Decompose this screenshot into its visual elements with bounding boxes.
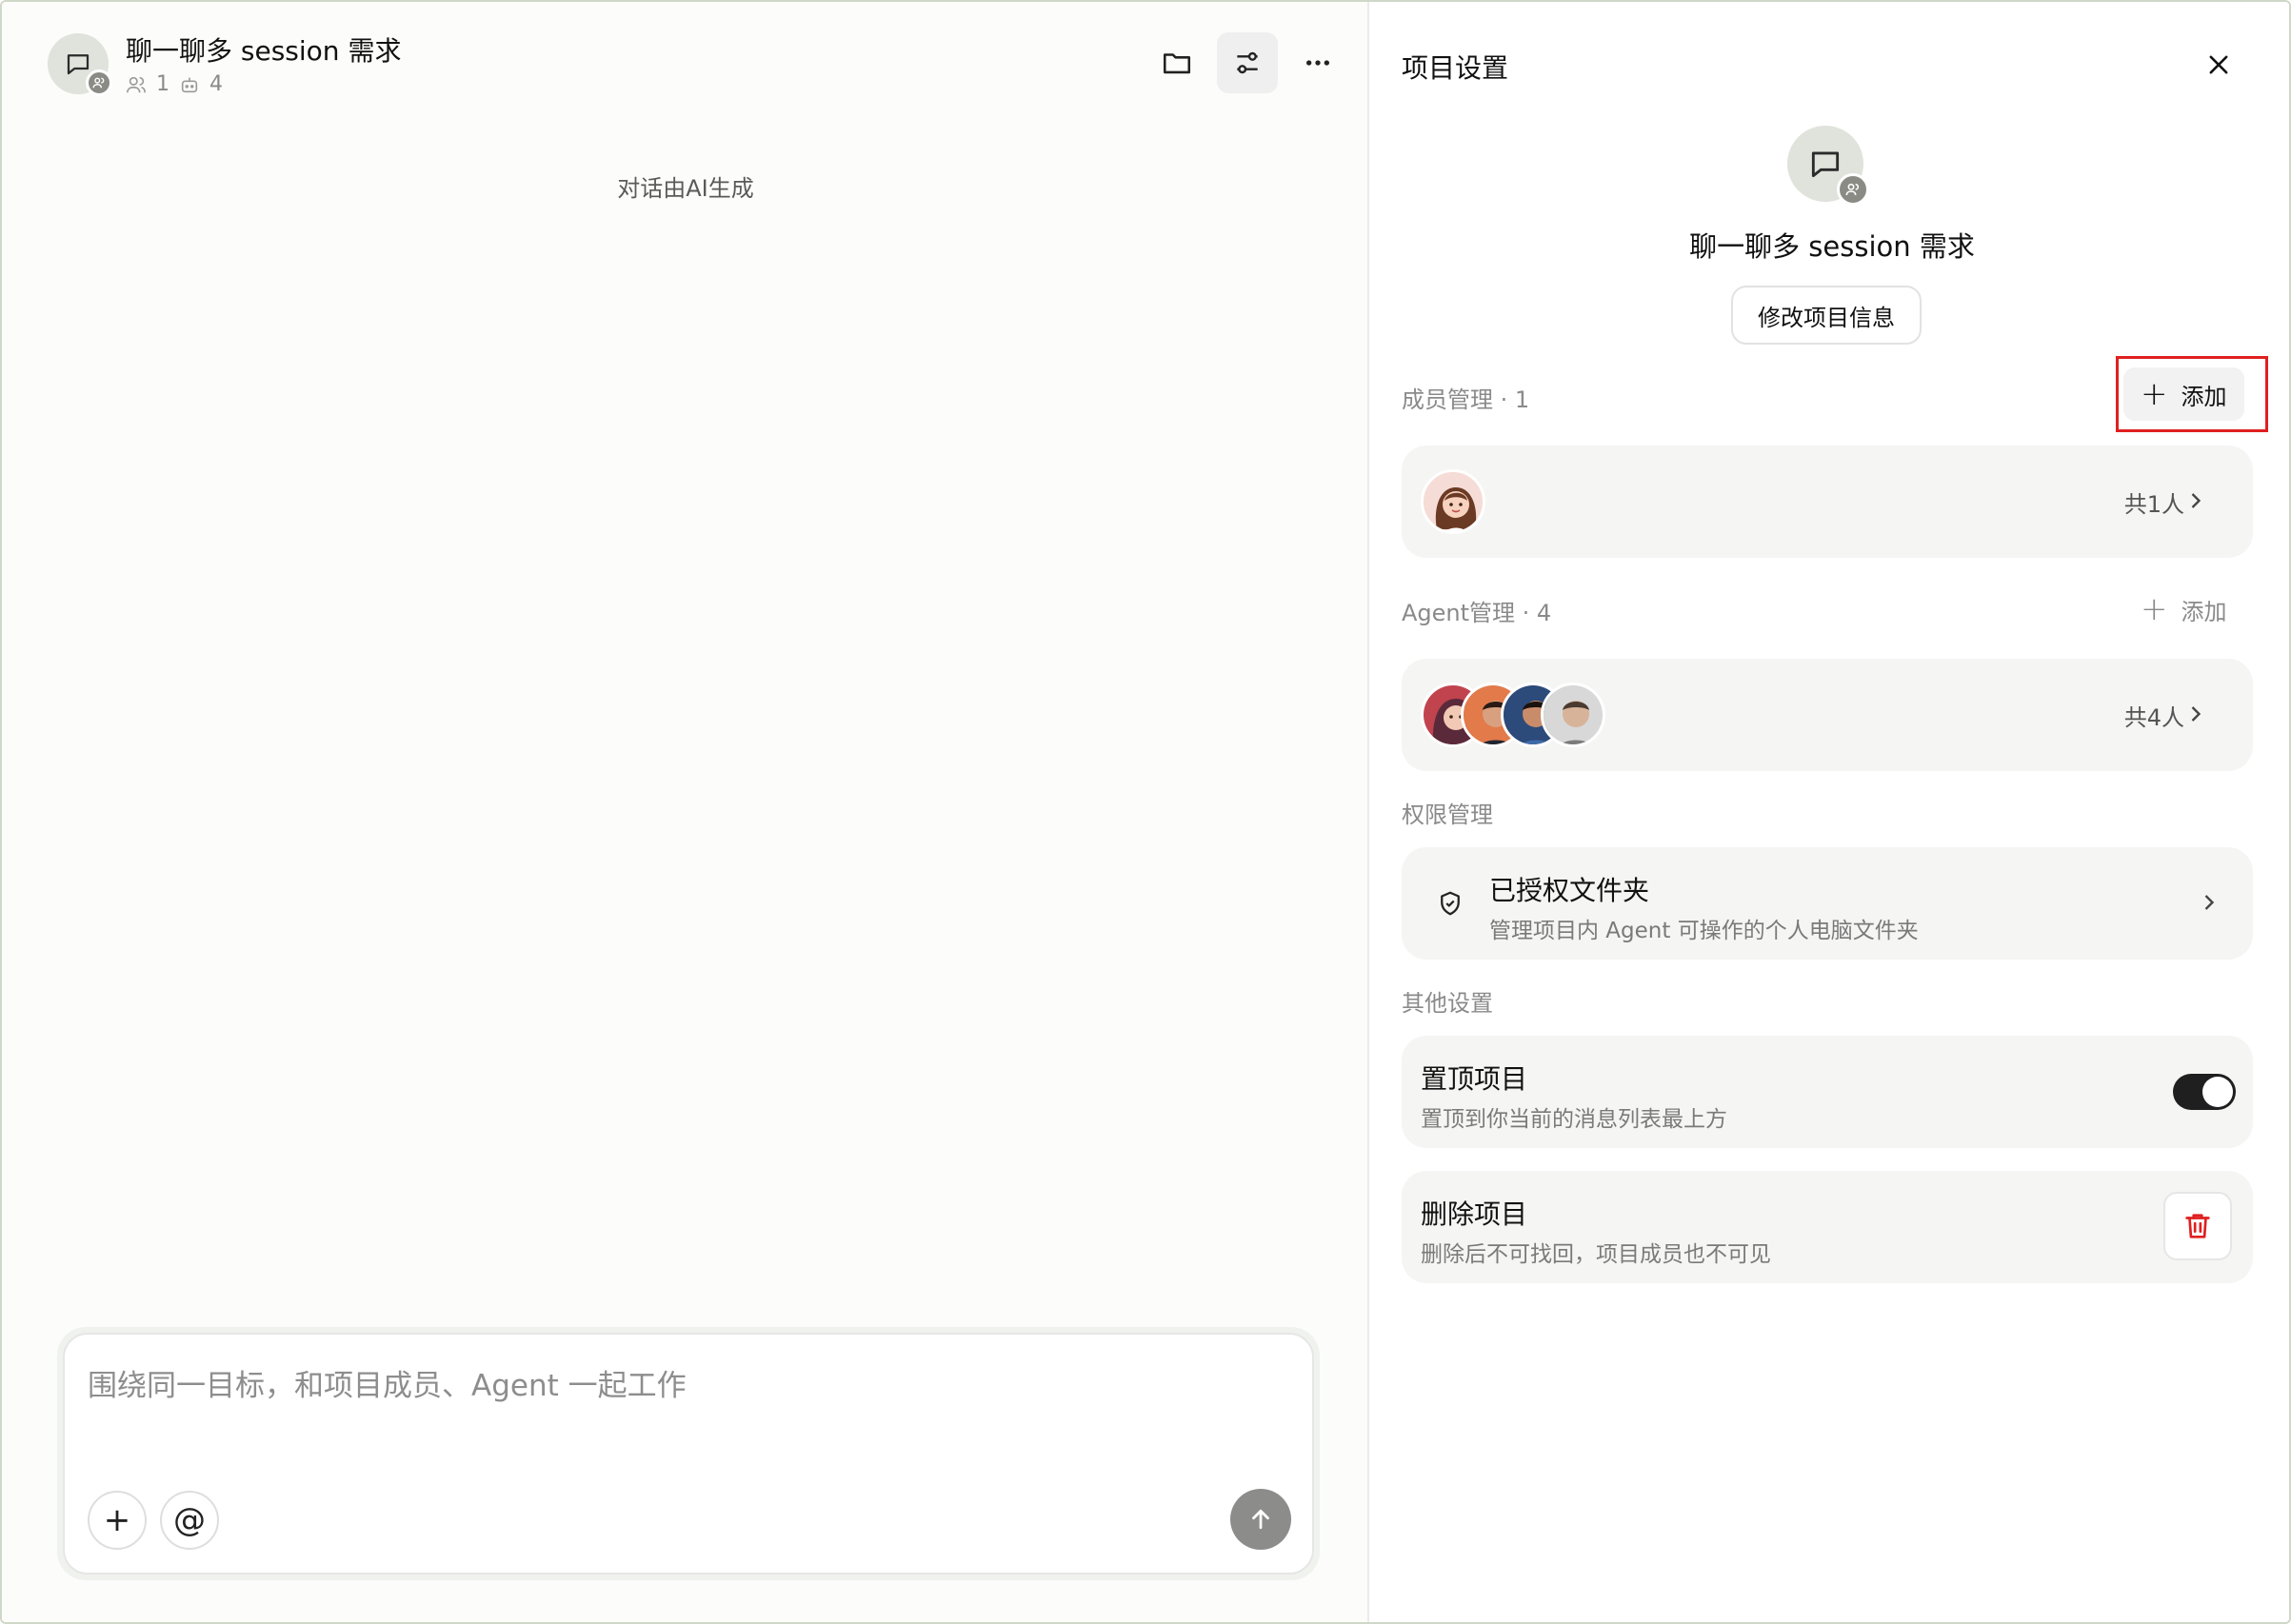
at-icon: @: [173, 1501, 206, 1539]
project-avatar-large: [1787, 126, 1869, 206]
edit-project-button[interactable]: 修改项目信息: [1731, 286, 1922, 345]
other-section-label: 其他设置: [1402, 990, 1493, 1017]
more-dots-icon: [1306, 60, 1329, 66]
add-agent-label: 添加: [2181, 598, 2227, 625]
panel-title: 项目设置: [1402, 52, 1509, 84]
chat-bubble-icon: [1811, 151, 1840, 178]
members-section-label: 成员管理 · 1: [1402, 386, 1530, 413]
plus-icon: +: [2141, 375, 2168, 413]
delete-project-subtitle: 删除后不可找回，项目成员也不可见: [1421, 1242, 1771, 1267]
members-total: 共1人: [2123, 491, 2184, 518]
group-badge-icon: [86, 69, 112, 96]
project-name: 聊一聊多 session 需求: [1689, 230, 1975, 263]
project-settings-panel: 项目设置 聊一聊多 session 需求 修改项目信息 成员管理 · 1 + 添…: [1371, 2, 2289, 1622]
chat-title: 聊一聊多 session 需求: [126, 35, 402, 67]
group-badge-icon: [1837, 173, 1869, 206]
folder-icon: [1163, 53, 1191, 74]
plus-icon: +: [2141, 590, 2168, 628]
add-member-label: 添加: [2181, 383, 2227, 410]
member-avatar: [1421, 469, 1485, 534]
agent-count: 4: [209, 72, 223, 96]
chat-header: 聊一聊多 session 需求 1 4: [48, 30, 1362, 107]
add-member-button[interactable]: + 添加: [2123, 367, 2244, 421]
arrow-up-icon: [1252, 1509, 1269, 1530]
agents-card[interactable]: 共4人: [1402, 659, 2253, 771]
delete-project-card: 删除项目 删除后不可找回，项目成员也不可见: [1402, 1171, 2253, 1283]
chat-meta: 1 4: [126, 72, 223, 96]
permissions-section-label: 权限管理: [1402, 802, 1493, 828]
members-icon: [127, 76, 146, 92]
agents-total: 共4人: [2123, 704, 2184, 731]
agents-section-label: Agent管理 · 4: [1402, 600, 1552, 626]
close-button[interactable]: [2198, 44, 2240, 86]
trash-icon: [2185, 1214, 2210, 1238]
toggle-knob: [2202, 1077, 2233, 1107]
pin-project-subtitle: 置顶到你当前的消息列表最上方: [1421, 1107, 1727, 1132]
chevron-right-icon: [2191, 493, 2201, 508]
shield-check-icon: [1441, 891, 1460, 916]
add-agent-button[interactable]: + 添加: [2123, 583, 2244, 636]
mention-button[interactable]: @: [160, 1491, 219, 1550]
pin-project-card: 置顶项目 置顶到你当前的消息列表最上方: [1402, 1036, 2253, 1148]
pin-project-toggle[interactable]: [2173, 1074, 2236, 1110]
send-button[interactable]: [1230, 1489, 1291, 1550]
authorized-folders-card[interactable]: 已授权文件夹 管理项目内 Agent 可操作的个人电脑文件夹: [1402, 847, 2253, 960]
authorized-folders-subtitle: 管理项目内 Agent 可操作的个人电脑文件夹: [1489, 919, 1919, 943]
app-window: 聊一聊多 session 需求 1 4 对话由AI生成 +: [0, 0, 2291, 1624]
delete-project-title: 删除项目: [1421, 1198, 1528, 1230]
plus-icon: +: [103, 1501, 131, 1539]
chat-pane: 聊一聊多 session 需求 1 4 对话由AI生成 +: [2, 2, 1369, 1622]
attach-button[interactable]: +: [88, 1491, 147, 1550]
chevron-right-icon: [2204, 895, 2215, 910]
settings-toggle-button[interactable]: [1217, 32, 1278, 93]
project-avatar[interactable]: [48, 33, 112, 96]
close-icon: [2209, 55, 2228, 74]
agent-bot-icon: [181, 77, 198, 92]
composer: + @: [57, 1327, 1320, 1580]
more-button[interactable]: [1287, 32, 1348, 93]
members-card[interactable]: 共1人: [1402, 446, 2253, 558]
member-count: 1: [156, 72, 169, 96]
folder-button[interactable]: [1146, 32, 1207, 93]
agent-avatar: [1541, 683, 1605, 747]
chevron-right-icon: [2191, 706, 2201, 722]
composer-box: + @: [63, 1333, 1314, 1574]
sliders-icon: [1237, 51, 1258, 74]
authorized-folders-title: 已授权文件夹: [1489, 875, 1650, 906]
delete-project-button[interactable]: [2163, 1192, 2232, 1260]
ai-generated-note: 对话由AI生成: [617, 175, 754, 202]
pin-project-title: 置顶项目: [1421, 1063, 1528, 1095]
message-input[interactable]: [88, 1361, 1287, 1456]
